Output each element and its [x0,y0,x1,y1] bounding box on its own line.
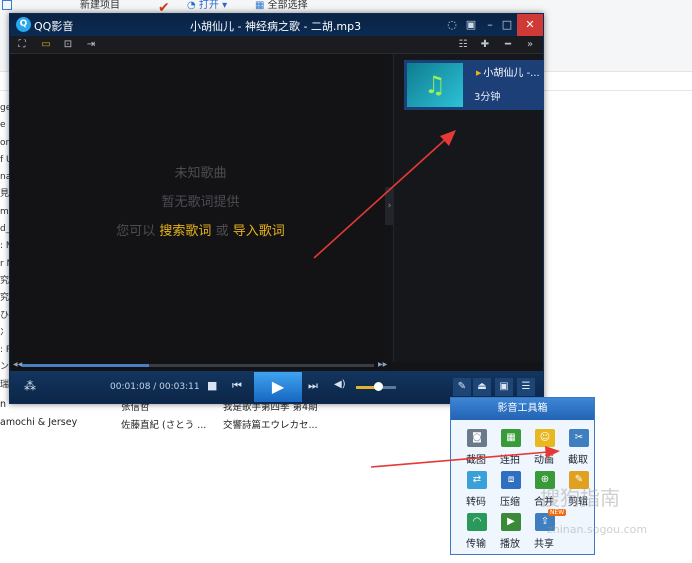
tool-camera[interactable]: ◙ 截图 [459,429,493,469]
app-name: QQ影音 [34,20,74,33]
watermark: 搜狗指南 [540,486,620,510]
search-lyrics-link[interactable]: 搜索歌词 [159,224,211,239]
tool-convert[interactable]: ⇄ 转码 [459,471,493,511]
qq-player-logo-icon: Q [16,17,31,32]
top-toolbar: ⛶ ▭ ⊡ ⇥ ☷ ✚ ━ » [10,36,543,54]
remove-icon[interactable]: ━ [500,38,516,52]
volume-knob[interactable] [374,382,383,391]
seek-forward-icon[interactable]: ▶▶ [378,361,387,368]
playlist-item-duration: 3分钟 [474,92,501,103]
window-icon[interactable]: ▣ [495,378,513,396]
seek-track[interactable] [22,364,374,367]
import-lyrics-link[interactable]: 导入歌词 [233,224,285,239]
seek-bar[interactable]: ◀◀ ▶▶ [10,361,391,370]
next-button[interactable]: ⏭ [308,379,318,393]
select-all-icon: ▦ [255,0,265,11]
seek-back-icon[interactable]: ◀◀ [13,361,22,368]
more-icon[interactable]: » [522,38,538,52]
list-view-icon[interactable]: ☷ [455,38,471,52]
grid-icon: ▦ [501,429,521,447]
add-icon[interactable]: ✚ [477,38,493,52]
lyrics-prompt: 您可以 搜索歌词 或 导入歌词 [10,220,391,239]
seek-progress [22,364,149,367]
toolbox-icon[interactable]: ☰ [517,378,535,396]
pin-icon[interactable]: ⊡ [60,38,76,52]
row-album: 佐藤直紀 (さとう ... [121,420,207,431]
chat-icon[interactable]: ◌ [442,14,462,36]
convert-icon: ⇄ [467,471,487,489]
lyrics-display-area: 未知歌曲 暂无歌词提供 您可以 搜索歌词 或 导入歌词 [10,54,391,362]
ribbon-icon [2,0,12,10]
ribbon-new-item[interactable]: 新建项目 [80,0,120,11]
window-title: 小胡仙儿 - 神经病之歌 - 二胡.mp3 [190,20,362,33]
footprint-icon[interactable]: ⁂ [24,379,36,393]
playlist-panel: › ♫ 小胡仙儿 -... 3分钟 [385,54,544,362]
no-lyrics-label: 暂无歌词提供 [161,195,240,210]
compress-icon: ⧈ [501,471,521,489]
wrench-icon[interactable]: ✎ [453,378,471,396]
eject-icon[interactable]: ⏏ [473,378,491,396]
music-note-icon: ♫ [407,63,463,107]
prompt-or: 或 [215,224,229,239]
tool-play[interactable]: ▶ 播放 [493,513,527,553]
stop-button[interactable]: ■ [207,379,217,392]
tool-clip[interactable]: ✂ 截取 [561,429,595,469]
row-artist: n [0,399,7,410]
ribbon-select-all[interactable]: ▦ 全部选择 [255,0,308,11]
prompt-prefix: 您可以 [116,224,156,239]
watermark-url: zhinan.sogou.com [547,523,648,536]
collapse-playlist-icon[interactable]: › [385,187,394,225]
clip-icon: ✂ [569,429,589,447]
previous-button[interactable]: ⏮ [232,379,242,393]
row-artist: amochi & Jersey [0,417,78,428]
play-button[interactable]: ▶ [254,372,302,402]
fullscreen-icon[interactable]: ⛶ [14,38,30,52]
mini-mode-icon[interactable]: ▭ [38,38,54,52]
skin-icon[interactable]: ▣ [461,14,481,36]
time-display: 00:01:08 / 00:03:11 [110,382,200,392]
smiley-icon: ☺ [535,429,555,447]
close-button[interactable]: ✕ [517,14,543,36]
wifi-icon: ◠ [467,513,487,531]
title-bar[interactable]: Q QQ影音 小胡仙儿 - 神经病之歌 - 二胡.mp3 ◌ ▣ – □ ✕ [10,14,543,36]
unknown-song-label: 未知歌曲 [174,166,227,181]
volume-icon[interactable]: ◀) [334,379,346,390]
camera-icon: ◙ [467,429,487,447]
ribbon-open[interactable]: ◔ 打开 ▾ [187,0,227,11]
tool-label: 共享 [534,539,554,550]
sidebar-toggle-icon[interactable]: ⇥ [83,38,99,52]
playlist-item[interactable]: ♫ 小胡仙儿 -... 3分钟 [404,60,544,110]
tool-wifi[interactable]: ◠ 传输 [459,513,493,553]
tool-compress[interactable]: ⧈ 压缩 [493,471,527,511]
row-title: 交響詩篇エウレカセ... [223,420,318,431]
toolbox-title: 影音工具箱 [451,398,594,420]
playlist-item-title: 小胡仙儿 -... [476,64,539,79]
maximize-button[interactable]: □ [497,14,517,36]
open-icon: ◔ [187,0,196,11]
play-icon: ▶ [501,513,521,531]
tool-grid[interactable]: ▦ 连拍 [493,429,527,469]
tool-smiley[interactable]: ☺ 动画 [527,429,561,469]
qq-player-window: Q QQ影音 小胡仙儿 - 神经病之歌 - 二胡.mp3 ◌ ▣ – □ ✕ ⛶… [9,13,544,404]
tool-label: 截取 [568,455,588,466]
